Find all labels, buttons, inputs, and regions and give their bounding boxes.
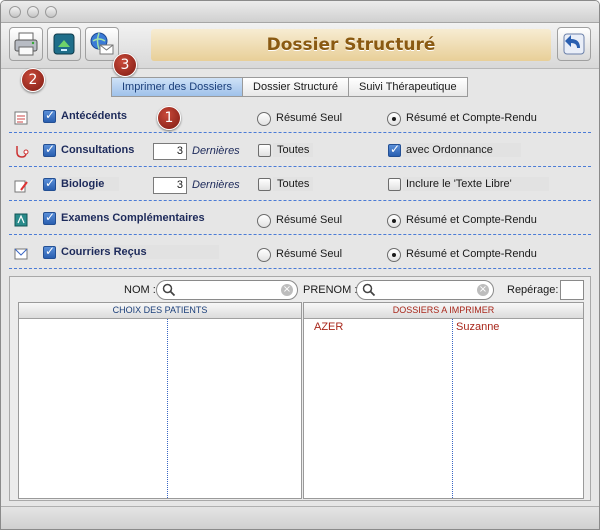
callout-badge-2: 2 [21,68,45,92]
app-window: Dossier Structuré 2 3 Imprimer des Dossi… [0,0,600,530]
texte-libre-checkbox[interactable] [388,178,401,191]
patients-list[interactable] [19,319,301,498]
dossier-nom-cell: AZER [314,321,344,333]
search-icon [362,283,376,297]
print-button[interactable] [9,27,43,61]
back-button[interactable] [557,27,591,61]
examens-label: Examens Complémentaires [61,212,205,224]
antecedents-label: Antécédents [61,110,128,122]
examens-icon [14,213,28,227]
antecedents-resume-seul-radio[interactable] [257,112,271,126]
tab-bar: Imprimer des Dossiers Dossier Structuré … [111,77,468,97]
antecedents-icon [14,111,28,125]
back-arrow-icon [563,33,585,55]
avec-ordonnance-checkbox[interactable] [388,142,401,157]
tab-suivi-therapeutique[interactable]: Suivi Thérapeutique [349,77,468,97]
clear-prenom-icon[interactable]: × [477,284,489,296]
export-icon [53,33,75,55]
texte-libre-label: Inclure le 'Texte Libre' [406,178,512,190]
courriers-label: Courriers Reçus [61,246,147,258]
search-icon [162,283,176,297]
patient-selection-area: NOM : × PRENOM : × Repérage: CHOIX DES P… [9,276,591,501]
antecedents-checkbox[interactable] [43,108,56,123]
consultations-count-input[interactable]: 3 [153,143,187,160]
antecedents-resume-compte-rendu-radio[interactable] [387,112,401,126]
zoom-window-button[interactable] [45,6,57,18]
globe-mail-icon [90,32,114,55]
page-title: Dossier Structuré [151,29,551,61]
courriers-icon [14,248,28,260]
nom-search-input[interactable]: × [156,280,298,300]
consultations-dernieres-label: Dernières [192,145,240,157]
row-antecedents: Antécédents 1 Résumé Seul Résumé et Comp… [9,101,591,133]
consultations-label: Consultations [61,144,135,156]
courriers-checkbox[interactable] [43,244,56,259]
consultations-toutes-label: Toutes [277,144,310,156]
minimize-window-button[interactable] [27,6,39,18]
toolbar: Dossier Structuré [1,23,599,69]
biologie-label: Biologie [61,178,105,190]
biologie-dernieres-label: Dernières [192,179,240,191]
reperage-input[interactable] [560,280,584,300]
courriers-resume-compte-rendu-radio[interactable] [387,248,401,262]
row-consultations: Consultations 3 Dernières Toutes avec Or… [9,135,591,167]
status-bar [1,506,599,529]
tab-imprimer-dossiers[interactable]: Imprimer des Dossiers [111,77,244,97]
antecedents-resume-seul-label: Résumé Seul [276,112,343,124]
print-options: Antécédents 1 Résumé Seul Résumé et Comp… [9,99,591,269]
examens-resume-seul-label: Résumé Seul [276,214,343,226]
table-row[interactable]: AZER Suzanne [304,319,583,335]
courriers-resume-seul-radio[interactable] [257,248,271,262]
consultations-toutes-checkbox[interactable] [258,144,271,157]
examens-resume-compte-rendu-label: Résumé et Compte-Rendu [406,214,537,226]
prenom-search-input[interactable]: × [356,280,494,300]
print-icon [14,32,38,56]
tab-dossier-structure[interactable]: Dossier Structuré [243,77,350,97]
close-window-button[interactable] [9,6,21,18]
export-button[interactable] [47,27,81,61]
courriers-resume-seul-label: Résumé Seul [276,248,343,260]
row-examens: Examens Complémentaires Résumé Seul Résu… [9,203,591,235]
row-courriers: Courriers Reçus Résumé Seul Résumé et Co… [9,237,591,269]
reperage-label: Repérage: [507,284,559,296]
biologie-toutes-label: Toutes [277,178,310,190]
biologie-icon [14,180,28,193]
title-bar [1,1,599,23]
nom-label: NOM : [124,284,156,296]
prenom-label: PRENOM : [303,284,358,296]
callout-badge-3: 3 [113,53,137,77]
clear-nom-icon[interactable]: × [281,284,293,296]
biologie-checkbox[interactable] [43,176,56,191]
examens-resume-compte-rendu-radio[interactable] [387,214,401,228]
avec-ordonnance-label: avec Ordonnance [406,144,493,156]
row-biologie: Biologie 3 Dernières Toutes Inclure le '… [9,169,591,201]
examens-resume-seul-radio[interactable] [257,214,271,228]
dossier-prenom-cell: Suzanne [456,321,500,333]
callout-badge-1: 1 [157,106,181,130]
consultations-icon [16,146,29,158]
biologie-toutes-checkbox[interactable] [258,178,271,191]
patients-panel-header: CHOIX DES PATIENTS [19,303,301,319]
consultations-checkbox[interactable] [43,142,56,157]
antecedents-resume-compte-rendu-label: Résumé et Compte-Rendu [406,112,537,124]
globe-mail-button[interactable] [85,27,119,61]
dossiers-panel-header: DOSSIERS A IMPRIMER [304,303,583,319]
examens-checkbox[interactable] [43,210,56,225]
patients-panel: CHOIX DES PATIENTS [18,302,302,499]
biologie-count-input[interactable]: 3 [153,177,187,194]
dossiers-panel: DOSSIERS A IMPRIMER AZER Suzanne [303,302,584,499]
courriers-resume-compte-rendu-label: Résumé et Compte-Rendu [406,248,537,260]
